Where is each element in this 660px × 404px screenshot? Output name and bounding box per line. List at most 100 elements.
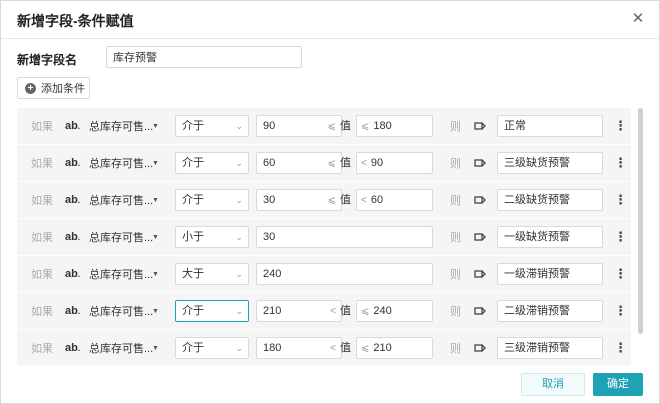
close-icon[interactable]: ✕ bbox=[629, 10, 647, 28]
chevron-down-icon: ⌄ bbox=[235, 269, 243, 279]
add-condition-button[interactable]: + 添加条件 bbox=[17, 77, 90, 99]
result-value-input[interactable]: 二级缺货预警 bbox=[497, 189, 603, 211]
operator-select[interactable]: 介于 ⌄ bbox=[175, 189, 249, 211]
upper-value: 210 bbox=[373, 342, 392, 354]
upper-value: 90 bbox=[370, 157, 384, 169]
condition-assign-dialog: 新增字段-条件赋值 ✕ 新增字段名 + 添加条件 如果ab.总库存可售...▼介… bbox=[0, 0, 660, 404]
if-label: 如果 bbox=[31, 343, 53, 355]
then-label: 则 bbox=[450, 158, 461, 170]
caret-down-icon[interactable]: ▼ bbox=[152, 256, 159, 292]
lower-value-input[interactable]: 90 ⩽ bbox=[256, 115, 342, 137]
ab-text-icon: ab. bbox=[65, 268, 81, 280]
result-value: 一级滞销预警 bbox=[504, 268, 570, 280]
lower-value-input[interactable]: 30 ⩽ bbox=[256, 189, 342, 211]
caret-down-icon[interactable]: ▼ bbox=[152, 293, 159, 329]
threshold-value: 240 bbox=[263, 268, 282, 280]
more-vertical-icon[interactable]: ⋮ bbox=[614, 108, 627, 144]
lower-value-input[interactable]: 180 < bbox=[256, 337, 342, 359]
condition-field-select[interactable]: 总库存可售... bbox=[89, 145, 153, 181]
more-vertical-icon[interactable]: ⋮ bbox=[614, 182, 627, 218]
comparison-symbol: < bbox=[361, 158, 367, 169]
caret-down-icon[interactable]: ▼ bbox=[152, 219, 159, 255]
ab-text-icon: ab. bbox=[65, 157, 81, 169]
operator-select[interactable]: 小于 ⌄ bbox=[175, 226, 249, 248]
condition-field-select[interactable]: 总库存可售... bbox=[89, 108, 153, 144]
caret-down-icon[interactable]: ▼ bbox=[152, 182, 159, 218]
condition-row: 如果 ab. 总库存可售... ▼ 大于 ⌄ 240 则 一级滞销预警 ⋮ bbox=[17, 256, 631, 292]
then-label: 则 bbox=[450, 269, 461, 281]
dialog-title: 新增字段-条件赋值 bbox=[17, 13, 134, 29]
condition-row: 如果 ab. 总库存可售... ▼ 介于 ⌄ 210 < 值 ⩽ 240 则 二级滞销预警 ⋮ bbox=[17, 293, 631, 329]
result-value-input[interactable]: 二级滞销预警 bbox=[497, 300, 603, 322]
upper-value-input[interactable]: ⩽ 210 bbox=[356, 337, 433, 359]
comparison-symbol: ⩽ bbox=[361, 121, 370, 132]
condition-list-scrollbar[interactable] bbox=[638, 108, 643, 334]
tag-icon bbox=[474, 293, 486, 329]
tag-icon bbox=[474, 182, 486, 218]
condition-row: 如果 ab. 总库存可售... ▼ 小于 ⌄ 30 则 一级缺货预警 ⋮ bbox=[17, 219, 631, 255]
comparison-symbol: < bbox=[330, 343, 336, 354]
operator-select[interactable]: 介于 ⌄ bbox=[175, 300, 249, 322]
caret-down-icon[interactable]: ▼ bbox=[152, 108, 159, 144]
comparison-symbol: < bbox=[330, 306, 336, 317]
result-value-input[interactable]: 一级滞销预警 bbox=[497, 263, 603, 285]
condition-field-select[interactable]: 总库存可售... bbox=[89, 182, 153, 218]
lower-value-input[interactable]: 60 ⩽ bbox=[256, 152, 342, 174]
upper-value-input[interactable]: <90 bbox=[356, 152, 433, 174]
value-input[interactable]: 240 bbox=[256, 263, 433, 285]
upper-value-input[interactable]: ⩽ 240 bbox=[356, 300, 433, 322]
if-label: 如果 bbox=[31, 306, 53, 318]
confirm-button[interactable]: 确定 bbox=[593, 373, 643, 396]
upper-value-input[interactable]: <60 bbox=[356, 189, 433, 211]
if-label: 如果 bbox=[31, 232, 53, 244]
chevron-down-icon: ⌄ bbox=[235, 158, 243, 168]
cancel-button[interactable]: 取消 bbox=[521, 373, 585, 396]
upper-value-input[interactable]: ⩽ 180 bbox=[356, 115, 433, 137]
result-value-input[interactable]: 三级缺货预警 bbox=[497, 152, 603, 174]
result-value: 一级缺货预警 bbox=[504, 231, 570, 243]
chevron-down-icon: ⌄ bbox=[235, 195, 243, 205]
condition-field-select[interactable]: 总库存可售... bbox=[89, 330, 153, 365]
field-name-input[interactable] bbox=[106, 46, 302, 68]
value-word: 值 bbox=[340, 342, 351, 354]
tag-icon bbox=[474, 219, 486, 255]
chevron-down-icon: ⌄ bbox=[235, 232, 243, 242]
upper-value: 180 bbox=[373, 120, 392, 132]
operator-select[interactable]: 介于 ⌄ bbox=[175, 152, 249, 174]
ab-text-icon: ab. bbox=[65, 342, 81, 354]
more-vertical-icon[interactable]: ⋮ bbox=[614, 293, 627, 329]
comparison-symbol: ⩽ bbox=[361, 343, 370, 354]
more-vertical-icon[interactable]: ⋮ bbox=[614, 145, 627, 181]
result-value: 三级缺货预警 bbox=[504, 157, 570, 169]
operator-value: 介于 bbox=[182, 194, 204, 206]
result-value: 三级滞销预警 bbox=[504, 342, 570, 354]
operator-select[interactable]: 大于 ⌄ bbox=[175, 263, 249, 285]
operator-value: 介于 bbox=[182, 342, 204, 354]
lower-value-input[interactable]: 210 < bbox=[256, 300, 342, 322]
caret-down-icon[interactable]: ▼ bbox=[152, 330, 159, 365]
threshold-value: 30 bbox=[263, 231, 276, 243]
more-vertical-icon[interactable]: ⋮ bbox=[614, 256, 627, 292]
result-value-input[interactable]: 一级缺货预警 bbox=[497, 226, 603, 248]
tag-icon bbox=[474, 256, 486, 292]
more-vertical-icon[interactable]: ⋮ bbox=[614, 330, 627, 365]
operator-select[interactable]: 介于 ⌄ bbox=[175, 115, 249, 137]
then-label: 则 bbox=[450, 232, 461, 244]
upper-value: 240 bbox=[373, 305, 392, 317]
more-vertical-icon[interactable]: ⋮ bbox=[614, 219, 627, 255]
operator-value: 大于 bbox=[182, 268, 204, 280]
result-value-input[interactable]: 三级滞销预警 bbox=[497, 337, 603, 359]
condition-field-select[interactable]: 总库存可售... bbox=[89, 293, 153, 329]
value-word: 值 bbox=[340, 157, 351, 169]
tag-icon bbox=[474, 108, 486, 144]
then-label: 则 bbox=[450, 306, 461, 318]
value-input[interactable]: 30 bbox=[256, 226, 433, 248]
comparison-symbol: < bbox=[361, 195, 367, 206]
operator-select[interactable]: 介于 ⌄ bbox=[175, 337, 249, 359]
value-word: 值 bbox=[340, 194, 351, 206]
condition-field-select[interactable]: 总库存可售... bbox=[89, 256, 153, 292]
caret-down-icon[interactable]: ▼ bbox=[152, 145, 159, 181]
condition-field-select[interactable]: 总库存可售... bbox=[89, 219, 153, 255]
value-word: 值 bbox=[340, 120, 351, 132]
result-value-input[interactable]: 正常 bbox=[497, 115, 603, 137]
